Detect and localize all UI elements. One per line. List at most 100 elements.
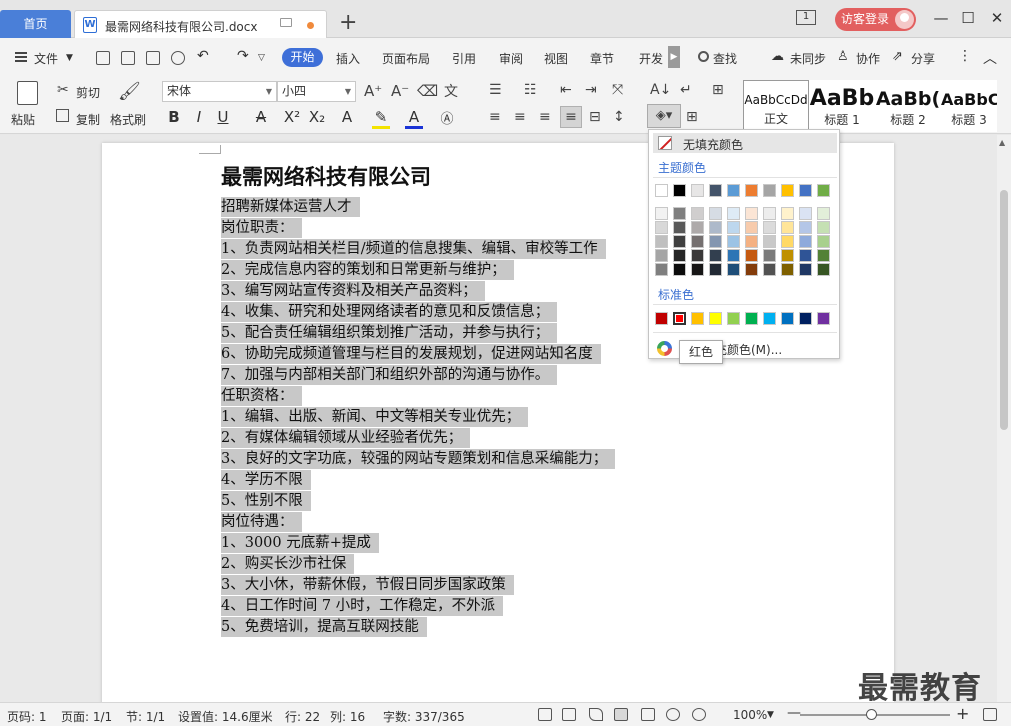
theme-color-swatch[interactable]: [781, 184, 794, 197]
line-spacing-icon[interactable]: ↕: [613, 109, 625, 125]
theme-shade-swatch[interactable]: [727, 235, 740, 248]
char-border-button[interactable]: Ⓐ: [438, 108, 456, 127]
chevron-down-icon[interactable]: ▼: [66, 53, 73, 63]
theme-shade-swatch[interactable]: [763, 249, 776, 262]
web-view-icon[interactable]: [666, 708, 680, 721]
theme-shade-swatch[interactable]: [763, 207, 776, 220]
font-name-select[interactable]: 宋体 ▼: [162, 81, 277, 102]
more-options-icon[interactable]: ⋮: [958, 48, 972, 64]
theme-shade-swatch[interactable]: [655, 249, 668, 262]
grow-font-icon[interactable]: A⁺: [364, 82, 382, 100]
collapse-ribbon-icon[interactable]: ︿: [983, 48, 997, 68]
theme-shade-swatch[interactable]: [763, 263, 776, 276]
align-left-icon[interactable]: ≡: [489, 109, 501, 125]
theme-shade-swatch[interactable]: [727, 249, 740, 262]
tab-insert[interactable]: 插入: [336, 50, 360, 67]
theme-shade-swatch[interactable]: [817, 221, 830, 234]
italic-button[interactable]: I: [190, 108, 208, 126]
theme-shade-swatch[interactable]: [673, 207, 686, 220]
vertical-scrollbar[interactable]: ▲: [997, 135, 1011, 702]
bullet-list-icon[interactable]: ☰: [489, 82, 502, 98]
standard-color-swatch[interactable]: [691, 312, 704, 325]
theme-shade-swatch[interactable]: [673, 263, 686, 276]
scroll-up-icon[interactable]: ▲: [999, 138, 1005, 147]
monitor-icon[interactable]: [280, 18, 292, 27]
minimize-button[interactable]: —: [931, 9, 951, 27]
cut-button[interactable]: 剪切: [76, 84, 100, 101]
theme-shade-swatch[interactable]: [817, 235, 830, 248]
section-count[interactable]: 节: 1/1: [126, 708, 165, 725]
theme-shade-swatch[interactable]: [817, 207, 830, 220]
cut-icon[interactable]: ✂: [57, 82, 69, 98]
file-menu[interactable]: 文件: [34, 50, 58, 67]
show-marks-icon[interactable]: ↵: [680, 82, 692, 98]
tab-home-ribbon[interactable]: 开始: [282, 48, 323, 67]
theme-shade-swatch[interactable]: [673, 235, 686, 248]
theme-shade-swatch[interactable]: [781, 249, 794, 262]
theme-shade-swatch[interactable]: [781, 235, 794, 248]
maximize-button[interactable]: ☐: [958, 9, 978, 27]
print-icon[interactable]: [146, 51, 160, 65]
tab-references[interactable]: 引用: [452, 50, 476, 67]
align-center-icon[interactable]: ≡: [514, 109, 526, 125]
align-right-icon[interactable]: ≡: [539, 109, 551, 125]
number-list-icon[interactable]: ☷: [524, 82, 537, 98]
theme-shade-swatch[interactable]: [691, 207, 704, 220]
bold-button[interactable]: B: [165, 108, 183, 126]
column-number[interactable]: 列: 16: [330, 708, 365, 725]
style-heading-1[interactable]: AaBb 标题 1: [809, 80, 875, 132]
scrollbar-thumb[interactable]: [1000, 190, 1008, 430]
standard-color-swatch[interactable]: [781, 312, 794, 325]
outline-view-icon[interactable]: [641, 708, 655, 721]
no-fill-option[interactable]: 无填充颜色: [653, 133, 837, 153]
theme-shade-swatch[interactable]: [817, 249, 830, 262]
save-icon[interactable]: [96, 51, 110, 65]
theme-shade-swatch[interactable]: [691, 263, 704, 276]
theme-shade-swatch[interactable]: [799, 249, 812, 262]
page-count[interactable]: 页面: 1/1: [61, 708, 112, 725]
theme-shade-swatch[interactable]: [691, 221, 704, 234]
word-count[interactable]: 字数: 337/365: [383, 708, 465, 725]
theme-shade-swatch[interactable]: [745, 207, 758, 220]
theme-shade-swatch[interactable]: [655, 263, 668, 276]
theme-shade-swatch[interactable]: [727, 263, 740, 276]
shrink-font-icon[interactable]: A⁻: [391, 82, 409, 100]
theme-shade-swatch[interactable]: [799, 221, 812, 234]
theme-color-swatch[interactable]: [673, 184, 686, 197]
theme-shade-swatch[interactable]: [745, 235, 758, 248]
theme-shade-swatch[interactable]: [691, 235, 704, 248]
new-tab-button[interactable]: +: [339, 12, 357, 34]
theme-shade-swatch[interactable]: [745, 249, 758, 262]
theme-shade-swatch[interactable]: [727, 207, 740, 220]
increase-indent-icon[interactable]: ⇥: [585, 82, 597, 98]
page-number[interactable]: 页码: 1: [7, 708, 47, 725]
theme-color-swatch[interactable]: [817, 184, 830, 197]
search-button[interactable]: 查找: [713, 50, 737, 67]
tab-home[interactable]: 首页: [0, 10, 71, 38]
paste-icon[interactable]: [17, 81, 38, 105]
fullscreen-icon[interactable]: [538, 708, 552, 721]
decrease-indent-icon[interactable]: ⇤: [560, 82, 572, 98]
search-icon[interactable]: [698, 51, 709, 62]
highlight-button[interactable]: ✎: [372, 108, 390, 129]
theme-color-swatch[interactable]: [745, 184, 758, 197]
theme-shade-swatch[interactable]: [781, 221, 794, 234]
theme-color-swatch[interactable]: [799, 184, 812, 197]
justify-icon[interactable]: ≡: [560, 106, 582, 128]
standard-color-swatch[interactable]: [655, 312, 668, 325]
tab-review[interactable]: 审阅: [499, 50, 523, 67]
pinyin-guide-icon[interactable]: 文: [444, 81, 458, 101]
style-heading-3[interactable]: AaBbC 标题 3: [941, 80, 997, 132]
theme-color-swatch[interactable]: [763, 184, 776, 197]
theme-shade-swatch[interactable]: [709, 207, 722, 220]
theme-color-swatch[interactable]: [655, 184, 668, 197]
tab-developer[interactable]: 开发: [639, 50, 663, 67]
copy-button[interactable]: 复制: [76, 111, 100, 128]
quick-access-dropdown-icon[interactable]: ▽: [258, 53, 265, 63]
format-painter-icon[interactable]: 🖌: [118, 81, 141, 102]
standard-color-swatch[interactable]: [709, 312, 722, 325]
sync-status[interactable]: 未同步: [790, 50, 826, 67]
theme-shade-swatch[interactable]: [781, 263, 794, 276]
theme-shade-swatch[interactable]: [799, 235, 812, 248]
zoom-out-icon[interactable]: —: [787, 705, 801, 721]
